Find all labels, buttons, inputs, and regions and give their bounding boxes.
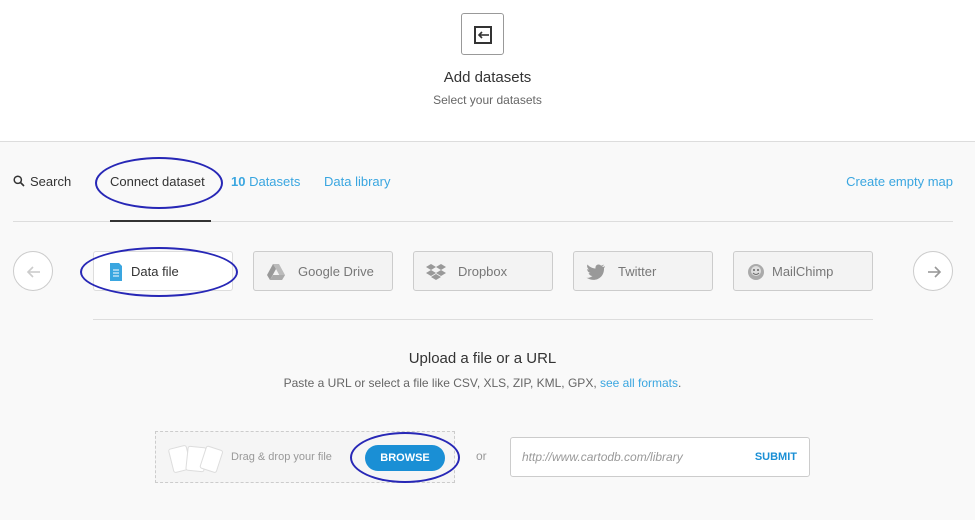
submit-button[interactable]: SUBMIT [755, 451, 797, 463]
datasets-label: Datasets [245, 174, 301, 189]
search-icon [13, 175, 25, 187]
page-subtitle: Select your datasets [433, 93, 542, 107]
source-data-file[interactable]: Data file [93, 251, 233, 291]
modal-header: Add datasets Select your datasets [0, 0, 975, 142]
url-input[interactable] [522, 450, 742, 464]
source-label: Dropbox [458, 264, 508, 279]
drag-drop-label: Drag & drop your file [231, 451, 332, 463]
upload-description: Paste a URL or select a file like CSV, X… [0, 376, 965, 390]
datasets-count: 10 [231, 174, 246, 189]
file-dropzone[interactable]: Drag & drop your file BROWSE [155, 431, 455, 483]
dropbox-icon [426, 264, 446, 280]
source-label: Twitter [618, 264, 657, 279]
upload-description-text: Paste a URL or select a file like CSV, X… [283, 376, 600, 390]
source-twitter[interactable]: Twitter [573, 251, 713, 291]
source-dropbox[interactable]: Dropbox [413, 251, 553, 291]
source-label: Data file [131, 264, 179, 279]
url-field: SUBMIT [510, 437, 810, 477]
tab-search-label: Search [30, 174, 72, 189]
dataset-tabs: Search Connect dataset 10 Datasets Data … [13, 160, 953, 222]
source-google-drive[interactable]: Google Drive [253, 251, 393, 291]
twitter-icon [586, 264, 605, 280]
tab-search[interactable]: Search [13, 174, 71, 189]
or-separator: or [476, 449, 487, 463]
add-dataset-icon [461, 13, 504, 55]
source-label: MailChimp [772, 264, 834, 279]
create-empty-map-link[interactable]: Create empty map [846, 174, 953, 189]
carousel-next-button[interactable] [913, 251, 953, 291]
source-mailchimp[interactable]: MailChimp [733, 251, 873, 291]
tab-connect-dataset[interactable]: Connect dataset [110, 174, 205, 189]
carousel-prev-button[interactable] [13, 251, 53, 291]
upload-title: Upload a file or a URL [408, 350, 557, 367]
data-file-icon [110, 263, 122, 281]
files-illustration-icon [168, 445, 223, 473]
browse-button[interactable]: BROWSE [365, 445, 445, 471]
upload-description-period: . [678, 376, 682, 390]
page-title: Add datasets [443, 69, 532, 86]
source-label: Google Drive [298, 264, 374, 279]
see-all-formats-link[interactable]: see all formats [600, 376, 678, 390]
arrow-left-icon [26, 266, 40, 278]
mailchimp-icon [748, 264, 764, 280]
arrow-right-icon [928, 266, 942, 278]
tab-datasets[interactable]: 10 Datasets [231, 174, 300, 189]
active-tab-indicator [110, 220, 211, 222]
google-drive-icon [267, 264, 285, 280]
tab-data-library[interactable]: Data library [324, 174, 390, 189]
section-divider [93, 319, 873, 320]
